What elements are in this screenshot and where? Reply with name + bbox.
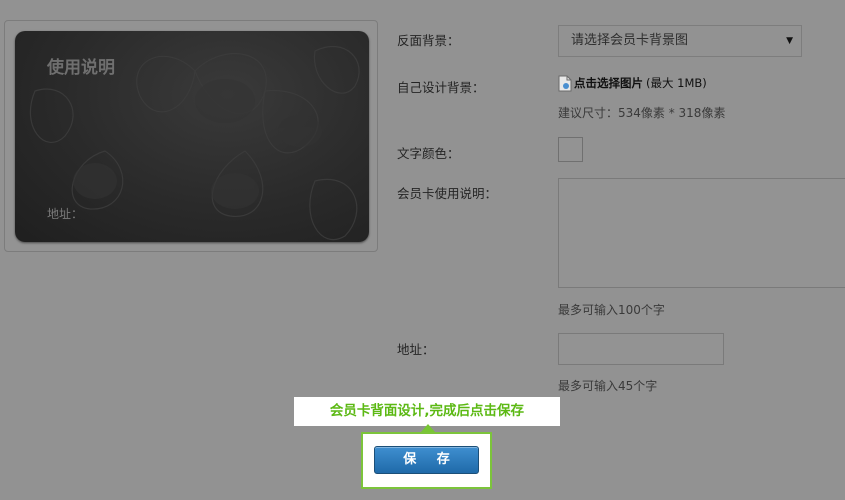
card-preview-frame: 使用说明 地址： [4,20,378,252]
custom-background-label: 自己设计背景： [397,80,485,95]
usage-label: 会员卡使用说明： [397,186,498,201]
text-color-label: 文字颜色： [397,146,460,161]
back-background-select-value: 请选择会员卡背景图 [571,33,689,48]
text-color-picker[interactable] [558,137,583,162]
upload-link-text[interactable]: 点击选择图片 [574,75,643,91]
upload-image-link[interactable]: 点击选择图片 (最大 1MB) [558,73,707,93]
tooltip-arrow [421,424,435,432]
member-card-back-preview: 使用说明 地址： [15,31,369,242]
size-hint: 建议尺寸：534像素 * 318像素 [558,106,726,120]
save-button[interactable]: 保 存 [374,446,479,474]
usage-textarea[interactable] [558,178,845,288]
upload-size-limit: (最大 1MB) [646,76,707,90]
address-label: 地址： [397,342,435,357]
back-background-label: 反面背景： [397,33,460,48]
dropdown-arrow-icon: ▼ [786,36,793,46]
guide-tooltip: 会员卡背面设计,完成后点击保存 [294,397,560,426]
address-char-limit-hint: 最多可输入45个字 [558,379,658,393]
card-usage-title: 使用说明 [47,58,115,78]
back-background-select[interactable]: 请选择会员卡背景图 ▼ [558,25,802,57]
card-address-label: 地址： [47,207,84,221]
save-button-highlight: 保 存 [361,432,492,489]
address-input[interactable] [558,333,724,365]
usage-char-limit-hint: 最多可输入100个字 [558,303,665,317]
image-file-icon [558,75,572,92]
